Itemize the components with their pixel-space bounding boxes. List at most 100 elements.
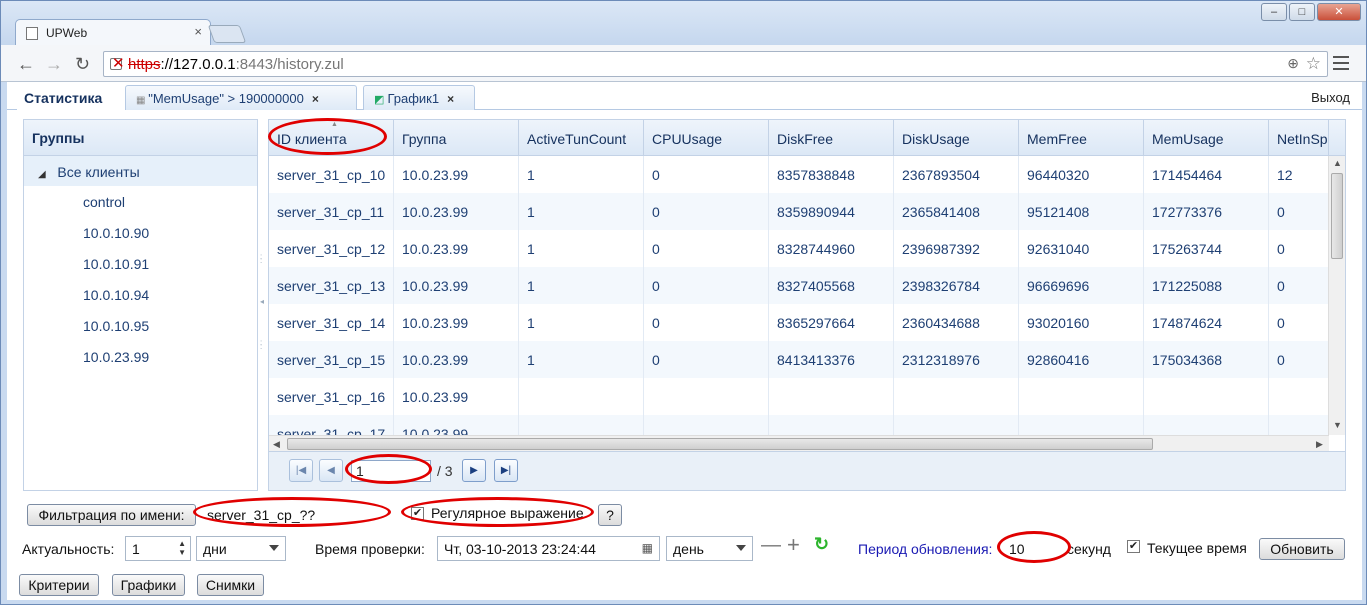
table-cell: 2398326784 (894, 267, 1019, 304)
actuality-unit: дни (203, 541, 227, 557)
chart-icon: ◩ (374, 94, 388, 106)
tab-close-icon[interactable]: × (447, 92, 454, 106)
menu-icon[interactable] (1333, 56, 1349, 70)
column-header[interactable]: NetInSp (1269, 120, 1329, 156)
tab-chart1[interactable]: ◩ График1 × (363, 85, 475, 110)
step-unit-select[interactable]: день (666, 536, 753, 561)
table-cell (1144, 415, 1269, 435)
reload-icon[interactable]: ↻ (75, 54, 90, 75)
filter-name-input[interactable]: server_31_cp_?? (200, 502, 398, 527)
first-page-button[interactable]: |◀ (289, 459, 313, 482)
scroll-up-arrow-icon[interactable]: ▲ (1333, 158, 1342, 168)
plus-icon[interactable]: + (787, 532, 800, 558)
spinner-arrows-icon[interactable]: ▲ ▼ (178, 539, 186, 557)
table-cell: 2312318976 (894, 341, 1019, 378)
table-cell: 1 (519, 341, 644, 378)
tree-item[interactable]: control (24, 186, 257, 217)
prev-page-button[interactable]: ◀ (319, 459, 343, 482)
tab-statistics[interactable]: Статистика (17, 85, 125, 110)
column-header[interactable]: CPUUsage (644, 120, 769, 156)
tab-filter-memusage[interactable]: ▦ "MemUsage" > 190000000 × (125, 85, 357, 110)
column-header[interactable]: DiskUsage (894, 120, 1019, 156)
clients-table: ID клиента ▲ Группа ActiveTunCount CPUUsage D… (268, 119, 1346, 452)
minimize-button[interactable]: – (1261, 3, 1287, 21)
table-cell: 8359890944 (769, 193, 894, 230)
table-cell: 93020160 (1019, 304, 1144, 341)
table-cell (1019, 378, 1144, 415)
app-page: Статистика ▦ "MemUsage" > 190000000 × ◩ Г… (7, 82, 1362, 600)
panel-splitter[interactable]: :: ◂ :: (258, 119, 268, 491)
table-row[interactable]: server_31_cp_15 10.0.23.99 1 0 8413413376 231… (269, 341, 1329, 378)
page-number-input[interactable]: 1 (351, 460, 431, 482)
vertical-scrollbar[interactable]: ▲ ▼ (1328, 156, 1345, 435)
splitter-arrow-icon[interactable]: ◂ (260, 297, 264, 306)
close-window-button[interactable]: ✕ (1317, 3, 1361, 21)
help-button[interactable]: ? (598, 504, 622, 526)
maximize-button[interactable]: □ (1289, 3, 1315, 21)
filter-by-name-button[interactable]: Фильтрация по имени: (27, 504, 196, 526)
table-cell: 10.0.23.99 (394, 156, 519, 193)
pager: |◀ ◀ 1 / 3 ▶ ▶| (268, 452, 1346, 491)
actuality-unit-select[interactable]: дни (196, 536, 286, 561)
tab-close-icon[interactable]: × (312, 92, 319, 106)
table-body: server_31_cp_10 10.0.23.99 1 0 8357838848 236… (269, 156, 1329, 435)
regex-checkbox[interactable]: ✔ (411, 507, 424, 520)
browser-toolbar: ← → ↻ ✕ https://127.0.0.1:8443/history.z… (1, 45, 1366, 82)
table-cell: 0 (1269, 230, 1329, 267)
calendar-icon[interactable]: ▦ (642, 541, 653, 555)
address-bar[interactable]: ✕ https://127.0.0.1:8443/history.zul ⊕ ☆ (103, 51, 1328, 77)
seconds-label: секунд (1067, 541, 1111, 557)
column-header[interactable]: Группа (394, 120, 519, 156)
horizontal-scrollbar[interactable]: ◀ ▶ (269, 435, 1329, 451)
bookmark-star-icon[interactable]: ☆ (1306, 54, 1321, 74)
table-cell: 8357838848 (769, 156, 894, 193)
back-arrow-icon[interactable]: ← (17, 54, 35, 75)
scroll-thumb[interactable] (287, 438, 1153, 450)
tree-item[interactable]: 10.0.10.91 (24, 248, 257, 279)
table-row[interactable]: server_31_cp_16 10.0.23.99 (269, 378, 1329, 415)
dropdown-caret-icon (269, 545, 279, 551)
tree-item[interactable]: 10.0.10.94 (24, 279, 257, 310)
tree-item[interactable]: 10.0.10.95 (24, 310, 257, 341)
column-header[interactable]: MemUsage (1144, 120, 1269, 156)
new-tab-button[interactable] (207, 25, 247, 43)
actuality-spinner[interactable]: 1 ▲ ▼ (125, 536, 191, 561)
zoom-icon[interactable]: ⊕ (1287, 55, 1299, 72)
table-row[interactable]: server_31_cp_17 10.0.23.99 (269, 415, 1329, 435)
column-header[interactable]: ID клиента ▲ (269, 120, 394, 156)
column-header[interactable]: DiskFree (769, 120, 894, 156)
current-time-checkbox[interactable]: ✔ (1127, 540, 1140, 553)
table-row[interactable]: server_31_cp_10 10.0.23.99 1 0 8357838848 236… (269, 156, 1329, 193)
next-page-button[interactable]: ▶ (462, 459, 486, 482)
charts-button[interactable]: Графики (112, 574, 185, 596)
scroll-thumb[interactable] (1331, 173, 1343, 259)
collapse-triangle-icon[interactable]: ◢ (38, 169, 46, 180)
table-row[interactable]: server_31_cp_11 10.0.23.99 1 0 8359890944 236… (269, 193, 1329, 230)
exit-link[interactable]: Выход (1311, 90, 1350, 105)
table-cell: server_31_cp_13 (269, 267, 394, 304)
tree-root-all-clients[interactable]: ◢ Все клиенты (24, 156, 257, 186)
check-time-input[interactable]: Чт, 03-10-2013 23:24:44 ▦ (437, 536, 660, 561)
insecure-x-icon: ✕ (112, 55, 125, 72)
forward-arrow-icon[interactable]: → (45, 54, 63, 75)
last-page-button[interactable]: ▶| (494, 459, 518, 482)
table-cell: server_31_cp_14 (269, 304, 394, 341)
table-row[interactable]: server_31_cp_12 10.0.23.99 1 0 8328744960 239… (269, 230, 1329, 267)
criteria-button[interactable]: Критерии (19, 574, 99, 596)
scroll-left-arrow-icon[interactable]: ◀ (273, 439, 280, 450)
browser-tab[interactable]: UPWeb × (15, 19, 211, 45)
scroll-down-arrow-icon[interactable]: ▼ (1333, 420, 1342, 430)
minus-icon[interactable]: — (761, 534, 781, 557)
column-header[interactable]: ActiveTunCount (519, 120, 644, 156)
refresh-icon[interactable]: ↻ (814, 534, 829, 555)
column-header[interactable]: MemFree (1019, 120, 1144, 156)
table-row[interactable]: server_31_cp_14 10.0.23.99 1 0 8365297664 236… (269, 304, 1329, 341)
table-row[interactable]: server_31_cp_13 10.0.23.99 1 0 8327405568 239… (269, 267, 1329, 304)
tree-item[interactable]: 10.0.23.99 (24, 341, 257, 372)
tab-close-icon[interactable]: × (194, 24, 202, 39)
snapshots-button[interactable]: Снимки (197, 574, 264, 596)
refresh-period-input[interactable]: 10 (1002, 536, 1058, 561)
tree-item[interactable]: 10.0.10.90 (24, 217, 257, 248)
scroll-right-arrow-icon[interactable]: ▶ (1316, 439, 1323, 450)
update-button[interactable]: Обновить (1259, 538, 1345, 560)
